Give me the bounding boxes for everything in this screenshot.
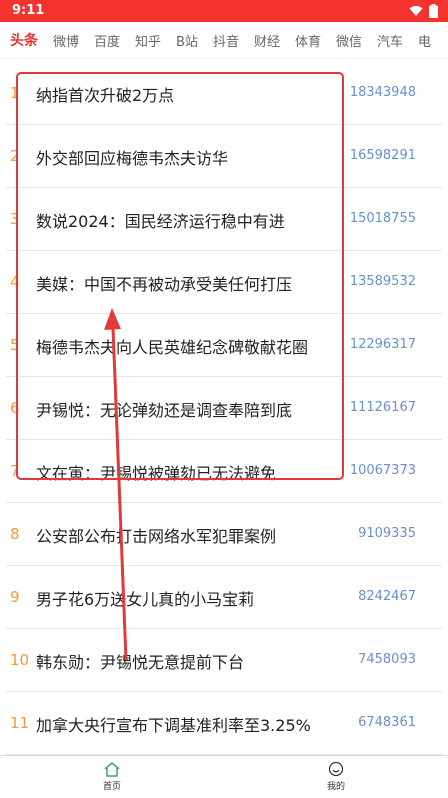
home-icon [104, 762, 120, 777]
tab-bilibili[interactable]: B站 [176, 31, 198, 50]
list-item[interactable]: 9 男子花6万送女儿真的小马宝莉 8242467 [6, 566, 442, 629]
item-rank: 1 [10, 84, 20, 102]
list-item[interactable]: 7 文在寅：尹锡悦被弹劾已无法避免 10067373 [6, 440, 442, 503]
item-rank: 7 [10, 462, 20, 480]
list-item[interactable]: 2 外交部回应梅德韦杰夫访华 16598291 [6, 125, 442, 188]
item-count: 13589532 [349, 274, 416, 289]
item-title: 男子花6万送女儿真的小马宝莉 [36, 590, 255, 609]
category-tabs: 头条 微博 百度 知乎 B站 抖音 财经 体育 微信 汽车 电 [0, 22, 448, 59]
list-item[interactable]: 1 纳指首次升破2万点 18343948 [6, 62, 442, 125]
item-count: 12296317 [349, 337, 416, 352]
tab-baidu[interactable]: 百度 [94, 31, 120, 50]
tab-zhihu[interactable]: 知乎 [135, 31, 161, 50]
nav-mine[interactable]: 我的 [306, 761, 366, 792]
item-title: 韩东勋：尹锡悦无意提前下台 [36, 653, 245, 672]
item-rank: 11 [10, 714, 30, 732]
list-item[interactable]: 6 尹锡悦：无论弹劾还是调查奉陪到底 11126167 [6, 377, 442, 440]
list-item[interactable]: 5 梅德韦杰夫向人民英雄纪念碑敬献花圈 12296317 [6, 314, 442, 377]
item-title: 外交部回应梅德韦杰夫访华 [36, 149, 229, 168]
list-item[interactable]: 10 韩东勋：尹锡悦无意提前下台 7458093 [6, 629, 442, 692]
status-bar: 9:11 [0, 0, 448, 22]
nav-home[interactable]: 首页 [82, 761, 142, 792]
item-title: 公安部公布打击网络水军犯罪案例 [36, 527, 277, 546]
item-title: 加拿大央行宣布下调基准利率至3.25% [36, 716, 311, 735]
tab-tiyu[interactable]: 体育 [295, 31, 321, 50]
wifi-icon [409, 5, 423, 16]
bottom-nav: 首页 我的 [0, 755, 448, 798]
list-item[interactable]: 11 加拿大央行宣布下调基准利率至3.25% 6748361 [6, 692, 442, 755]
status-icons [409, 4, 438, 18]
tab-weibo[interactable]: 微博 [53, 31, 79, 50]
item-rank: 5 [10, 336, 20, 354]
tab-toutiao[interactable]: 头条 [10, 30, 38, 50]
item-count: 7458093 [358, 652, 416, 667]
item-title: 尹锡悦：无论弹劾还是调查奉陪到底 [36, 401, 293, 420]
item-title: 美媒：中国不再被动承受美任何打压 [36, 275, 293, 294]
item-rank: 3 [10, 210, 20, 228]
item-count: 9109335 [358, 526, 416, 541]
item-rank: 2 [10, 147, 20, 165]
status-time: 9:11 [12, 3, 45, 18]
battery-icon [429, 4, 438, 18]
item-title: 数说2024：国民经济运行稳中有进 [36, 212, 285, 231]
profile-icon [328, 761, 344, 777]
tab-qiche[interactable]: 汽车 [377, 31, 403, 50]
item-count: 11126167 [349, 400, 416, 415]
item-rank: 10 [10, 651, 30, 669]
item-title: 纳指首次升破2万点 [36, 86, 175, 105]
nav-mine-label: 我的 [326, 782, 345, 792]
item-title: 文在寅：尹锡悦被弹劾已无法避免 [36, 464, 277, 483]
list-item[interactable]: 3 数说2024：国民经济运行稳中有进 15018755 [6, 188, 442, 251]
item-count: 6748361 [358, 715, 416, 730]
list-item[interactable]: 8 公安部公布打击网络水军犯罪案例 9109335 [6, 503, 442, 566]
tab-dian[interactable]: 电 [418, 31, 431, 50]
item-count: 8242467 [358, 589, 416, 604]
hot-list: 1 纳指首次升破2万点 18343948 2 外交部回应梅德韦杰夫访华 1659… [0, 62, 448, 755]
item-rank: 8 [10, 525, 20, 543]
item-title: 梅德韦杰夫向人民英雄纪念碑敬献花圈 [36, 338, 309, 357]
tab-douyin[interactable]: 抖音 [213, 31, 239, 50]
tab-weixin[interactable]: 微信 [336, 31, 362, 50]
item-rank: 6 [10, 399, 20, 417]
item-count: 15018755 [349, 211, 416, 226]
item-count: 16598291 [349, 148, 416, 163]
nav-home-label: 首页 [102, 782, 121, 792]
item-rank: 9 [10, 588, 20, 606]
item-count: 18343948 [349, 85, 416, 100]
tab-caijing[interactable]: 财经 [254, 31, 280, 50]
item-rank: 4 [10, 273, 20, 291]
list-item[interactable]: 4 美媒：中国不再被动承受美任何打压 13589532 [6, 251, 442, 314]
item-count: 10067373 [349, 463, 416, 478]
